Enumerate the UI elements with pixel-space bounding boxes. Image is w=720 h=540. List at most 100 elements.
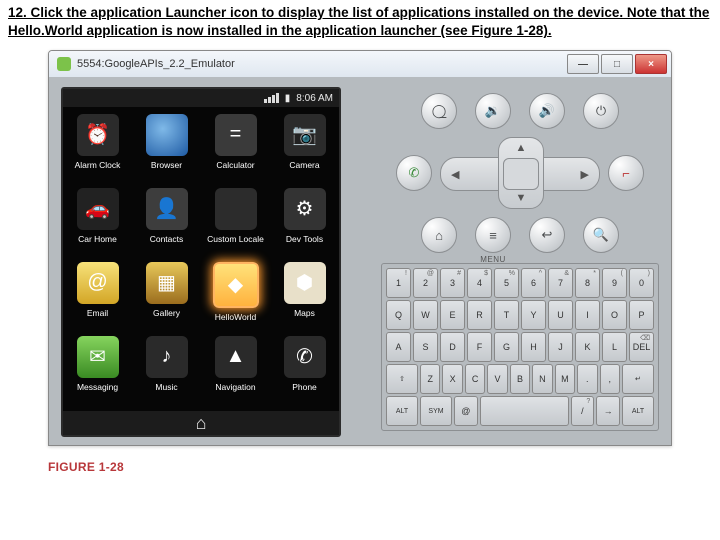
menu-icon[interactable]: ≡MENU xyxy=(475,217,511,253)
close-button[interactable]: × xyxy=(635,54,667,74)
key-.[interactable]: . xyxy=(577,364,597,394)
app-icon: ✆ xyxy=(284,336,326,378)
app-calculator[interactable]: = Calculator xyxy=(201,111,270,185)
status-time: 8:06 AM xyxy=(296,93,333,104)
key-space[interactable] xyxy=(480,396,569,426)
app-icon xyxy=(146,114,188,156)
end-call-button[interactable]: ⌐ xyxy=(608,155,644,191)
back-icon[interactable]: ↩ xyxy=(529,217,565,253)
emulator-controls: ◯̲ 🔉 🔊 ⏻ ✆ ◀▶ ▲▼ ⌐ ⌂ ≡MENU ↩ 🔍 !1@2#3$4%5^6&7*… xyxy=(373,77,671,445)
key-@[interactable]: @ xyxy=(454,396,478,426)
key-↵[interactable]: ↵ xyxy=(622,364,654,394)
key-P[interactable]: P xyxy=(629,300,654,330)
key-B[interactable]: B xyxy=(510,364,530,394)
key-D[interactable]: D xyxy=(440,332,465,362)
key-8[interactable]: *8 xyxy=(575,268,600,298)
app-icon: ✉ xyxy=(77,336,119,378)
dpad-center[interactable] xyxy=(503,158,539,190)
key-U[interactable]: U xyxy=(548,300,573,330)
volume-up-icon[interactable]: 🔊 xyxy=(529,93,565,129)
key-3[interactable]: #3 xyxy=(440,268,465,298)
app-label: HelloWorld xyxy=(215,312,256,322)
key-0[interactable]: )0 xyxy=(629,268,654,298)
app-car-home[interactable]: 🚗Car Home xyxy=(63,185,132,259)
app-label: Calculator xyxy=(216,160,254,170)
app-gallery[interactable]: ▦Gallery xyxy=(132,259,201,333)
dpad[interactable]: ◀▶ ▲▼ xyxy=(440,137,600,209)
camera-icon[interactable]: ◯̲ xyxy=(421,93,457,129)
app-label: Alarm Clock xyxy=(75,160,121,170)
window-title: 5554:GoogleAPIs_2.2_Emulator xyxy=(77,58,235,70)
call-button[interactable]: ✆ xyxy=(396,155,432,191)
search-icon[interactable]: 🔍 xyxy=(583,217,619,253)
key-Y[interactable]: Y xyxy=(521,300,546,330)
key-L[interactable]: L xyxy=(602,332,627,362)
key-ALT[interactable]: ALT xyxy=(386,396,418,426)
key-H[interactable]: H xyxy=(521,332,546,362)
app-icon: = xyxy=(215,114,257,156)
app-email[interactable]: @Email xyxy=(63,259,132,333)
key-9[interactable]: (9 xyxy=(602,268,627,298)
maximize-button[interactable]: □ xyxy=(601,54,633,74)
app-alarm-clock[interactable]: ⏰Alarm Clock xyxy=(63,111,132,185)
app-camera[interactable]: 📷Camera xyxy=(270,111,339,185)
app-label: Camera xyxy=(289,160,319,170)
device-frame: ▮ 8:06 AM ⏰Alarm ClockBrowser=Calculator… xyxy=(49,77,373,445)
app-helloworld[interactable]: ◆HelloWorld xyxy=(201,259,270,333)
app-icon: ⚙ xyxy=(284,188,326,230)
key-V[interactable]: V xyxy=(487,364,507,394)
figure-container: 5554:GoogleAPIs_2.2_Emulator — □ × ▮ 8:0… xyxy=(0,40,720,452)
key-J[interactable]: J xyxy=(548,332,573,362)
key-A[interactable]: A xyxy=(386,332,411,362)
volume-down-icon[interactable]: 🔉 xyxy=(475,93,511,129)
app-icon xyxy=(215,188,257,230)
app-custom-locale[interactable]: Custom Locale xyxy=(201,185,270,259)
app-navigation[interactable]: ▲Navigation xyxy=(201,333,270,407)
key-SYM[interactable]: SYM xyxy=(420,396,452,426)
key-,[interactable]: , xyxy=(600,364,620,394)
key-E[interactable]: E xyxy=(440,300,465,330)
key-ALT[interactable]: ALT xyxy=(622,396,654,426)
key-DEL[interactable]: ⌫DEL xyxy=(629,332,654,362)
app-messaging[interactable]: ✉Messaging xyxy=(63,333,132,407)
home-icon[interactable]: ⌂ xyxy=(196,413,207,434)
key-→[interactable]: → xyxy=(596,396,620,426)
minimize-button[interactable]: — xyxy=(567,54,599,74)
app-browser[interactable]: Browser xyxy=(132,111,201,185)
key-5[interactable]: %5 xyxy=(494,268,519,298)
key-C[interactable]: C xyxy=(465,364,485,394)
key-K[interactable]: K xyxy=(575,332,600,362)
key-R[interactable]: R xyxy=(467,300,492,330)
key-G[interactable]: G xyxy=(494,332,519,362)
key-T[interactable]: T xyxy=(494,300,519,330)
power-icon[interactable]: ⏻ xyxy=(583,93,619,129)
key-/[interactable]: ?/ xyxy=(571,396,595,426)
key-I[interactable]: I xyxy=(575,300,600,330)
key-Q[interactable]: Q xyxy=(386,300,411,330)
key-Z[interactable]: Z xyxy=(420,364,440,394)
app-label: Phone xyxy=(292,382,317,392)
key-F[interactable]: F xyxy=(467,332,492,362)
key-N[interactable]: N xyxy=(532,364,552,394)
app-phone[interactable]: ✆ Phone xyxy=(270,333,339,407)
app-contacts[interactable]: 👤Contacts xyxy=(132,185,201,259)
key-1[interactable]: !1 xyxy=(386,268,411,298)
key-4[interactable]: $4 xyxy=(467,268,492,298)
key-2[interactable]: @2 xyxy=(413,268,438,298)
app-label: Car Home xyxy=(78,234,117,244)
key-⇧[interactable]: ⇧ xyxy=(386,364,418,394)
key-6[interactable]: ^6 xyxy=(521,268,546,298)
app-label: Browser xyxy=(151,160,182,170)
key-O[interactable]: O xyxy=(602,300,627,330)
key-S[interactable]: S xyxy=(413,332,438,362)
app-icon: ⬢ xyxy=(284,262,326,304)
key-7[interactable]: &7 xyxy=(548,268,573,298)
home-icon[interactable]: ⌂ xyxy=(421,217,457,253)
key-X[interactable]: X xyxy=(442,364,462,394)
app-music[interactable]: ♪Music xyxy=(132,333,201,407)
app-maps[interactable]: ⬢Maps xyxy=(270,259,339,333)
key-M[interactable]: M xyxy=(555,364,575,394)
app-dev-tools[interactable]: ⚙Dev Tools xyxy=(270,185,339,259)
android-icon xyxy=(57,57,71,71)
key-W[interactable]: W xyxy=(413,300,438,330)
